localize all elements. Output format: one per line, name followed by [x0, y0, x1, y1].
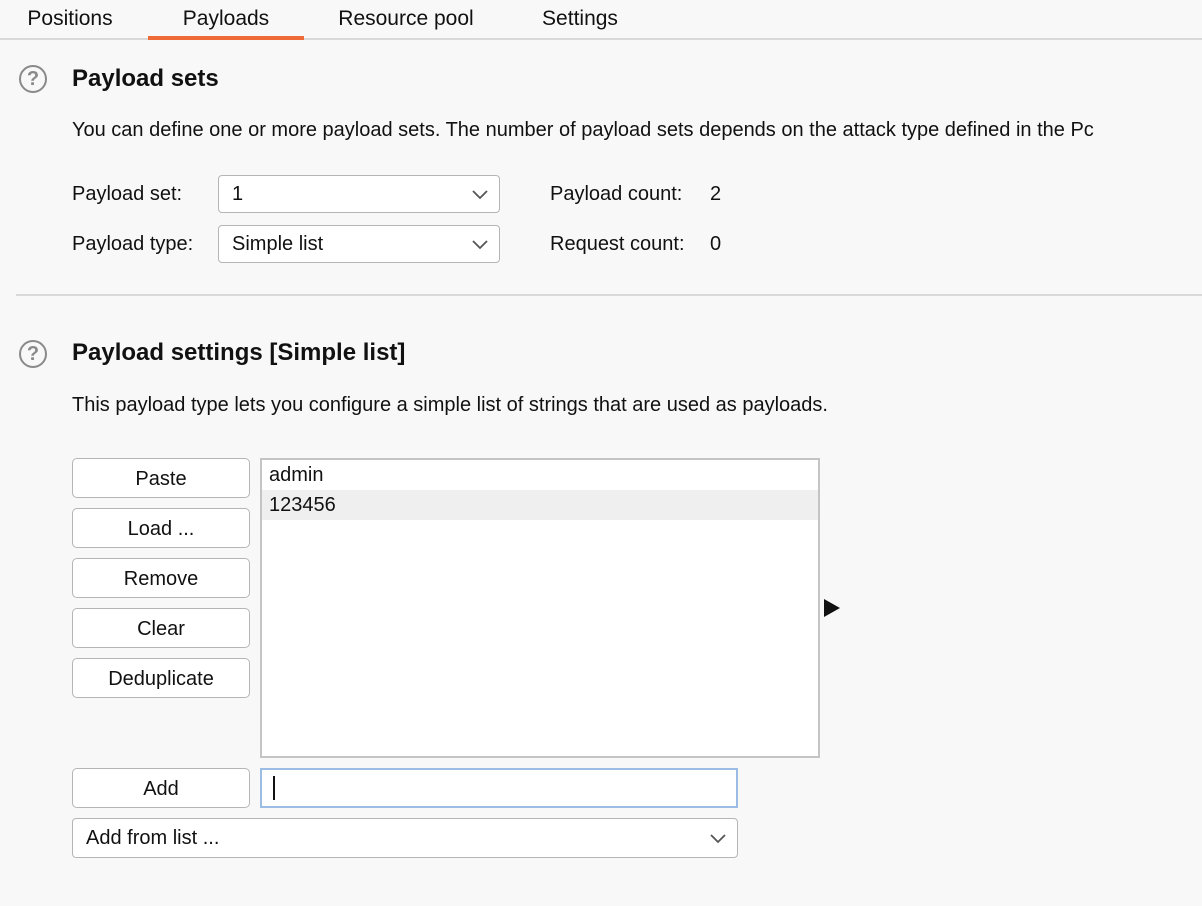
payload-type-label: Payload type: [72, 233, 194, 255]
add-from-list-label: Add from list ... [86, 827, 220, 849]
clear-button[interactable]: Clear [72, 608, 250, 648]
payload-type-value: Simple list [232, 233, 324, 255]
section-divider [16, 294, 1202, 296]
tab-settings[interactable]: Settings [530, 0, 630, 38]
payload-sets-description: You can define one or more payload sets.… [72, 119, 1094, 141]
payload-list[interactable]: admin 123456 [260, 458, 820, 758]
payload-count-label: Payload count: [550, 183, 683, 205]
chevron-down-icon [472, 190, 488, 200]
paste-button[interactable]: Paste [72, 458, 250, 498]
request-count-label: Request count: [550, 233, 685, 255]
add-from-list-select[interactable]: Add from list ... [72, 818, 738, 858]
deduplicate-button[interactable]: Deduplicate [72, 658, 250, 698]
request-count-value: 0 [710, 233, 722, 255]
tab-payloads[interactable]: Payloads [148, 0, 304, 40]
payload-settings-description: This payload type lets you configure a s… [72, 394, 828, 416]
payload-settings-title: Payload settings [Simple list] [72, 339, 406, 366]
tab-resource-pool[interactable]: Resource pool [322, 0, 490, 38]
text-caret [273, 776, 275, 800]
payload-sets-title: Payload sets [72, 65, 219, 92]
remove-button[interactable]: Remove [72, 558, 250, 598]
payload-count-value: 2 [710, 183, 722, 205]
add-button[interactable]: Add [72, 768, 250, 808]
payload-set-label: Payload set: [72, 183, 183, 205]
expand-arrow-icon[interactable] [824, 599, 840, 617]
chevron-down-icon [710, 834, 726, 844]
tab-bar: Positions Payloads Resource pool Setting… [0, 0, 1202, 40]
add-payload-input[interactable] [260, 768, 738, 808]
payload-type-select[interactable]: Simple list [218, 225, 500, 263]
payload-set-select[interactable]: 1 [218, 175, 500, 213]
help-icon[interactable]: ? [19, 65, 47, 93]
list-item[interactable]: 123456 [262, 490, 818, 520]
chevron-down-icon [472, 240, 488, 250]
tab-positions[interactable]: Positions [14, 0, 126, 38]
load-button[interactable]: Load ... [72, 508, 250, 548]
payload-set-value: 1 [232, 183, 244, 205]
help-icon[interactable]: ? [19, 340, 47, 368]
list-item[interactable]: admin [262, 460, 818, 490]
